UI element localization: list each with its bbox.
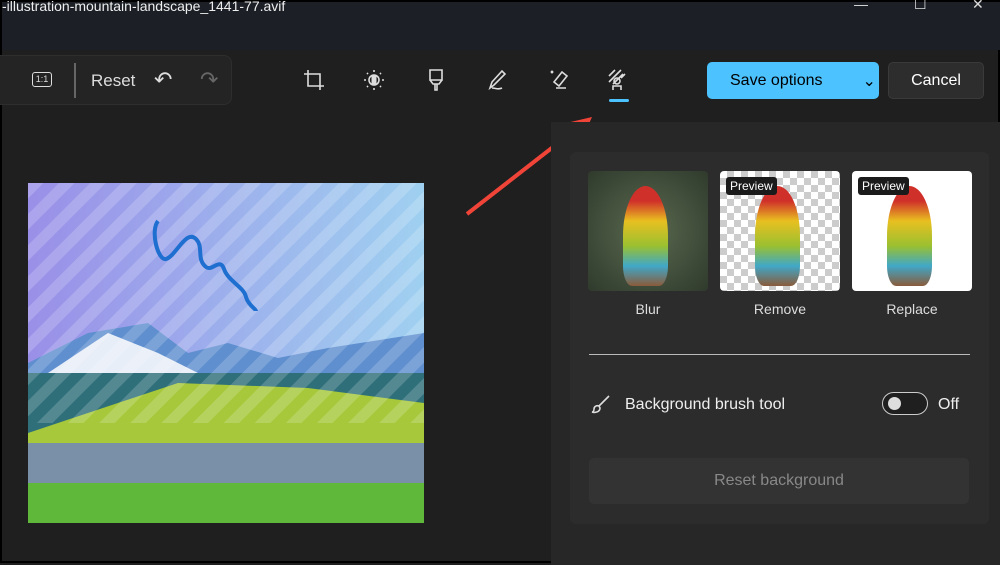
- reset-background-button[interactable]: Reset background: [589, 458, 969, 504]
- blur-label: Blur: [635, 301, 661, 317]
- brush-tool-label: Background brush tool: [625, 396, 786, 413]
- redo-button[interactable]: ↷: [200, 67, 218, 93]
- preview-badge: Preview: [858, 177, 909, 195]
- window-title: -illustration-mountain-landscape_1441-77…: [2, 0, 286, 14]
- filter-icon[interactable]: [429, 69, 443, 91]
- adjust-icon[interactable]: [364, 70, 384, 90]
- erase-icon[interactable]: [550, 70, 569, 89]
- blur-option[interactable]: [588, 171, 708, 291]
- undo-button[interactable]: ↶: [154, 67, 172, 93]
- replace-label: Replace: [886, 301, 938, 317]
- landscape-image: [28, 183, 424, 523]
- image-canvas[interactable]: [28, 183, 424, 523]
- parrot-thumbnail: [887, 186, 932, 286]
- cancel-button[interactable]: Cancel: [888, 62, 984, 99]
- brush-icon: [591, 395, 610, 414]
- markup-icon[interactable]: [488, 69, 507, 91]
- preview-badge: Preview: [726, 177, 777, 195]
- remove-label: Remove: [753, 301, 807, 317]
- maximize-button[interactable]: ☐: [914, 0, 927, 13]
- toggle-state: Off: [938, 396, 960, 413]
- edit-tools: [304, 69, 626, 91]
- parrot-thumbnail: [755, 186, 800, 286]
- reset-button[interactable]: Reset: [91, 71, 135, 91]
- brush-tool-toggle[interactable]: [882, 392, 928, 415]
- remove-option[interactable]: Preview: [720, 171, 840, 291]
- replace-option[interactable]: Preview: [852, 171, 972, 291]
- toggle-knob: [888, 397, 901, 410]
- active-tool-indicator: [609, 99, 629, 102]
- crop-icon[interactable]: [304, 70, 324, 90]
- save-options-label: Save options: [730, 71, 823, 89]
- chevron-down-icon: ⌄: [862, 72, 876, 90]
- actual-size-button[interactable]: 1:1: [32, 72, 52, 87]
- toolbar-divider: [74, 63, 76, 98]
- close-button[interactable]: ✕: [972, 0, 984, 13]
- save-options-button[interactable]: Save options ⌄: [707, 62, 879, 99]
- background-icon[interactable]: [608, 69, 626, 90]
- panel-divider: [589, 354, 970, 355]
- minimize-button[interactable]: —: [854, 0, 868, 12]
- parrot-thumbnail: [623, 186, 668, 286]
